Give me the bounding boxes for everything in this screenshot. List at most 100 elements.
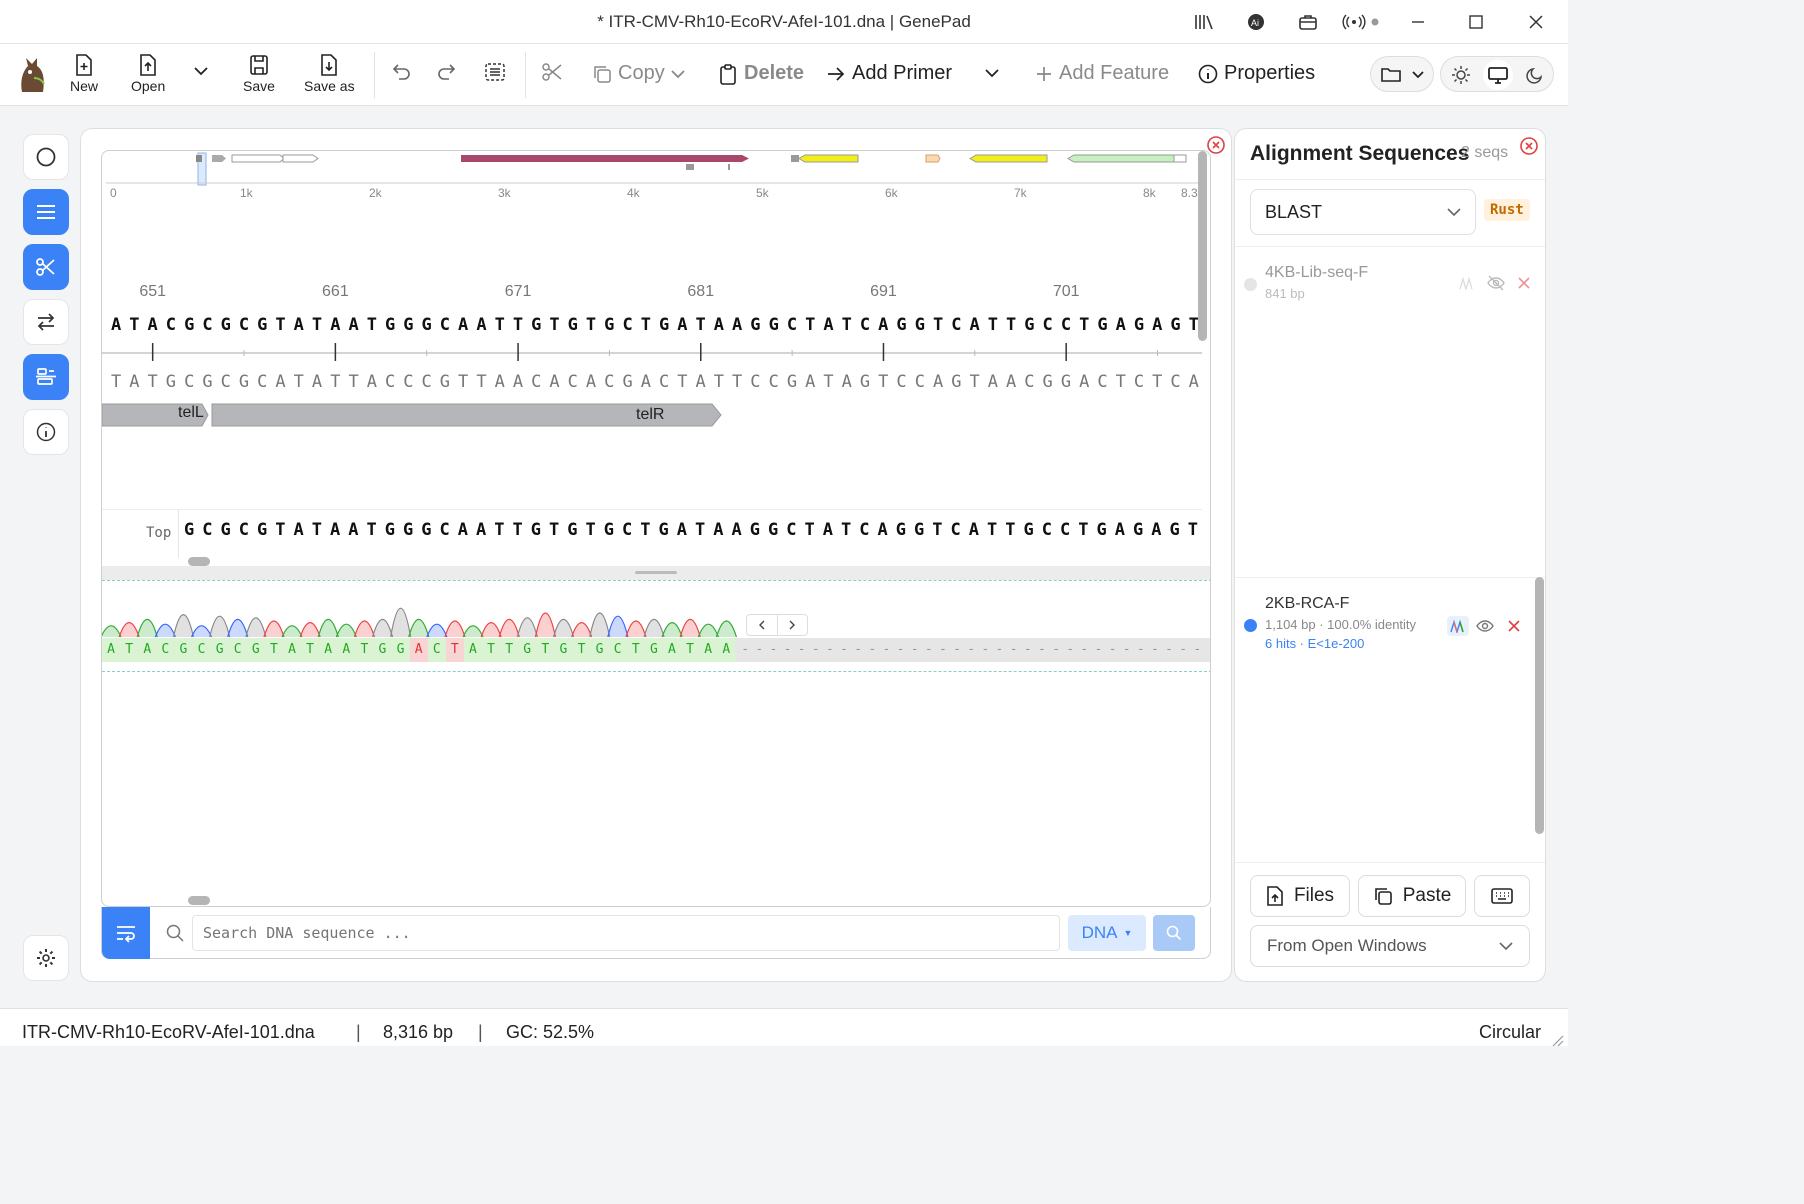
- title-bar: * ITR-CMV-Rh10-EcoRV-AfeI-101.dna | Gene…: [0, 0, 1568, 44]
- minimize-button[interactable]: [1406, 10, 1430, 34]
- base: C: [786, 315, 798, 335]
- chromatogram-icon[interactable]: [1459, 276, 1475, 295]
- sequence-name: 2KB-RCA-F: [1265, 595, 1350, 612]
- trace-peak: [516, 617, 538, 638]
- search-button[interactable]: [1153, 915, 1195, 951]
- cut-icon[interactable]: [541, 62, 563, 82]
- chevron-left-icon[interactable]: [747, 615, 778, 635]
- sequence-view-button[interactable]: [23, 189, 69, 235]
- trace-base: A: [138, 638, 157, 662]
- swap-button[interactable]: [23, 299, 69, 345]
- base: T: [366, 520, 377, 540]
- top-strand[interactable]: ATACGCGCGTATAATGGGCAATTGTGTGCTGATAAGGCTA…: [107, 315, 1203, 335]
- briefcase-icon[interactable]: [1296, 10, 1320, 34]
- base: T: [348, 372, 359, 392]
- close-panel-icon[interactable]: [1519, 136, 1539, 161]
- vertical-scrollbar[interactable]: [1535, 577, 1544, 834]
- sequence-item[interactable]: 2KB-RCA-F 1,104 bp · 100.0% identity 6 h…: [1235, 578, 1545, 862]
- engine-select[interactable]: BLAST: [1250, 189, 1476, 235]
- copy-button[interactable]: Copy: [592, 62, 685, 85]
- base: C: [859, 520, 870, 540]
- base: C: [567, 372, 578, 392]
- files-button[interactable]: Files: [1250, 875, 1350, 917]
- broadcast-icon[interactable]: [1340, 10, 1384, 34]
- library-icon[interactable]: [1192, 10, 1216, 34]
- eye-off-icon[interactable]: [1487, 275, 1505, 296]
- delete-button[interactable]: Delete: [718, 62, 804, 85]
- properties-button[interactable]: Properties: [1198, 62, 1315, 85]
- chevron-right-icon[interactable]: [778, 615, 808, 635]
- base: G: [1024, 315, 1035, 335]
- hits-summary[interactable]: 6 hits · E<1e-200: [1265, 636, 1364, 651]
- info-button[interactable]: [23, 409, 69, 455]
- trace-peak: [661, 622, 683, 638]
- engine-badge: Rust: [1484, 199, 1530, 221]
- search-input[interactable]: [192, 915, 1060, 951]
- ai-icon[interactable]: Ai: [1244, 10, 1268, 34]
- open-button[interactable]: Open: [131, 54, 165, 94]
- resize-grip-icon[interactable]: [1550, 1031, 1564, 1052]
- strand-sequence: GCGCGTATAATGGGCAATTGTGTGCTGATAAGGCTATCAG…: [180, 520, 1202, 540]
- base: A: [147, 315, 158, 335]
- window-title: * ITR-CMV-Rh10-EcoRV-AfeI-101.dna | Gene…: [597, 12, 971, 31]
- add-feature-button[interactable]: Add Feature: [1035, 62, 1169, 85]
- map-tick-label: 8k: [1143, 186, 1156, 200]
- remove-icon[interactable]: [1518, 276, 1530, 294]
- base: C: [202, 520, 213, 540]
- redo-icon[interactable]: [436, 62, 458, 80]
- position-label: 661: [322, 283, 349, 300]
- splitter-handle[interactable]: [102, 566, 1210, 580]
- vertical-scrollbar[interactable]: [1198, 151, 1207, 341]
- sun-icon[interactable]: [1447, 61, 1475, 89]
- undo-icon[interactable]: [390, 62, 412, 80]
- trace-base: G: [590, 638, 609, 662]
- alignment-button[interactable]: [23, 354, 69, 400]
- maximize-button[interactable]: [1464, 10, 1488, 34]
- eye-icon[interactable]: [1476, 618, 1494, 639]
- base: G: [1133, 315, 1145, 335]
- save-as-button[interactable]: Save as: [304, 54, 355, 94]
- moon-icon[interactable]: [1521, 61, 1549, 89]
- base: T: [549, 520, 560, 540]
- remove-icon[interactable]: [1508, 619, 1520, 637]
- source-select[interactable]: From Open Windows: [1250, 925, 1530, 967]
- circular-view-button[interactable]: [23, 134, 69, 180]
- base: A: [330, 315, 341, 335]
- search-mode-select[interactable]: DNA ▼: [1068, 915, 1146, 951]
- folder-menu-button[interactable]: [1370, 56, 1434, 92]
- base: C: [1097, 372, 1108, 392]
- base: T: [677, 372, 688, 392]
- base: A: [695, 372, 706, 392]
- chromatogram-icon[interactable]: [1447, 616, 1469, 636]
- open-dropdown-icon[interactable]: [194, 66, 208, 78]
- delete-label: Delete: [744, 62, 805, 84]
- caret-down-icon: ▼: [1123, 928, 1133, 938]
- primer-dropdown-icon[interactable]: [985, 68, 999, 78]
- base: C: [859, 315, 871, 335]
- plus-icon: [1037, 66, 1051, 81]
- enzymes-button[interactable]: [23, 244, 69, 290]
- alignment-panel: Alignment Sequences 2 seqs BLAST Rust 4K…: [1234, 128, 1546, 982]
- close-window-button[interactable]: [1524, 10, 1548, 34]
- base: T: [366, 315, 377, 335]
- plasmid-overview-map[interactable]: [102, 151, 1211, 203]
- horizontal-scrollbar[interactable]: [188, 557, 210, 566]
- wrap-toggle-button[interactable]: [102, 907, 150, 959]
- bottom-strand[interactable]: TATGCGCGCATATTACCCGTTAACACACGACTATTCCGAT…: [107, 372, 1203, 392]
- monitor-icon[interactable]: [1483, 60, 1513, 90]
- base: T: [640, 520, 651, 540]
- paste-button[interactable]: Paste: [1358, 875, 1466, 917]
- settings-button[interactable]: [23, 935, 69, 981]
- add-primer-button[interactable]: Add Primer: [826, 62, 952, 85]
- base: C: [914, 372, 925, 392]
- select-all-icon[interactable]: [484, 62, 506, 82]
- base: T: [841, 315, 852, 335]
- base: C: [950, 520, 961, 540]
- keyboard-button[interactable]: [1474, 875, 1530, 917]
- sequence-item[interactable]: 4KB-Lib-seq-F 841 bp: [1235, 247, 1545, 577]
- base: T: [275, 315, 286, 335]
- save-button[interactable]: Save: [243, 54, 275, 94]
- base: T: [147, 372, 158, 392]
- new-button[interactable]: New: [70, 54, 98, 94]
- horizontal-scrollbar[interactable]: [188, 896, 210, 905]
